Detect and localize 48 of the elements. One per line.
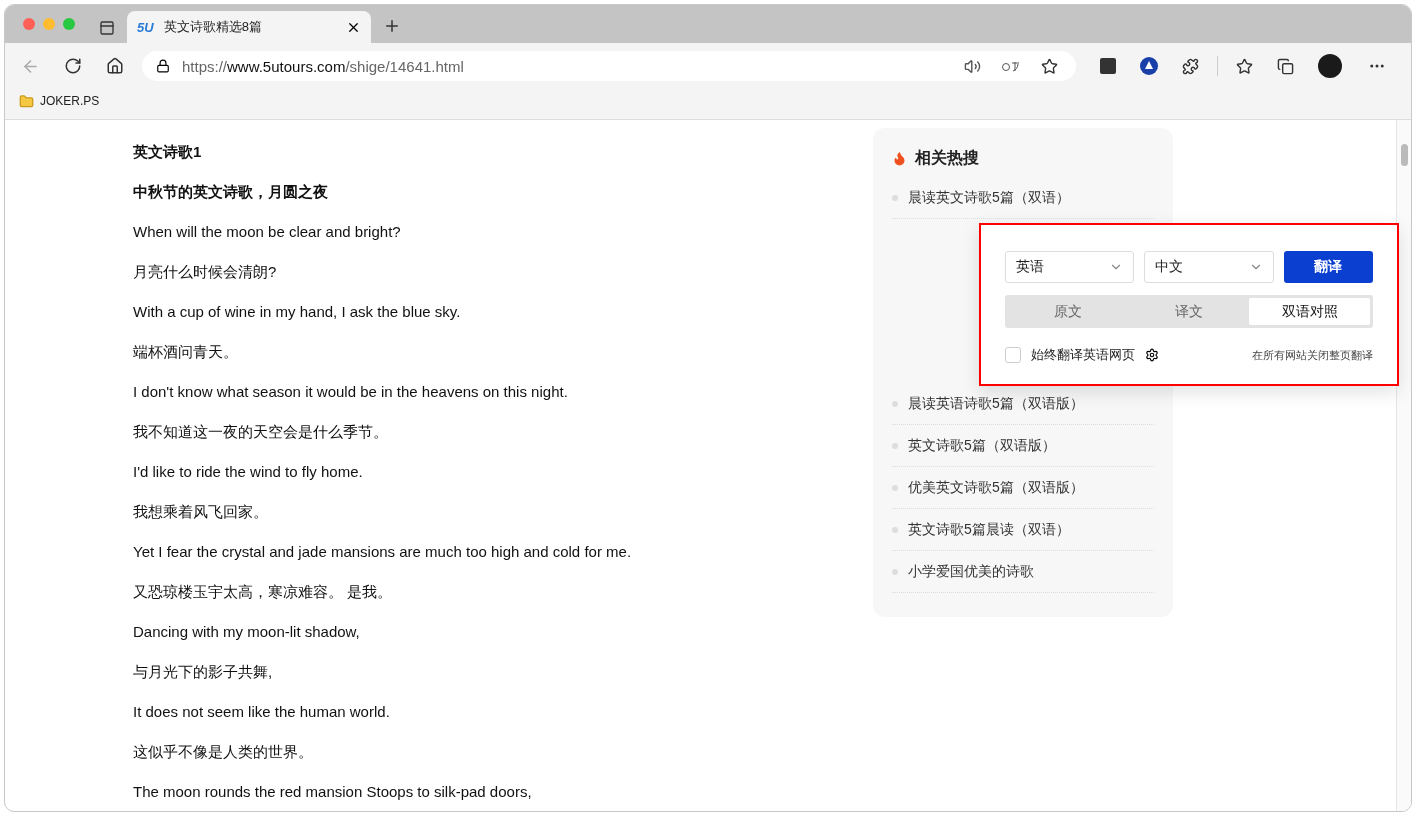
profile-avatar[interactable] — [1318, 54, 1342, 78]
article-text: When will the moon be clear and bright? — [133, 222, 402, 242]
source-language-select[interactable]: 英语 — [1005, 251, 1135, 283]
related-link[interactable]: 晨读英语诗歌5篇（双语版） — [908, 394, 1084, 413]
article-text: The moon rounds the red mansion Stoops to silk-pad doors, — [133, 782, 533, 802]
article-text: Yet I fear the crystal and jade mansions are much too high and cold for me. — [133, 542, 633, 562]
article-text: 这似乎不像是人类的世界。 — [133, 742, 314, 762]
bookmark[interactable]: JOKER.PS — [19, 93, 100, 109]
mode-tab[interactable]: 译文 — [1128, 298, 1250, 325]
article-text: 我想乘着风飞回家。 — [133, 502, 269, 522]
bullet-icon — [892, 400, 898, 407]
checkbox[interactable] — [1005, 347, 1021, 363]
site-logo: 5U — [137, 19, 154, 35]
article-text: 与月光下的影子共舞, — [133, 662, 274, 682]
article-text: I don't know what season it would be in the heavens on this night. — [133, 382, 569, 402]
settings-icon[interactable] — [1145, 348, 1159, 362]
article-text: 端杯酒问青天。 — [133, 342, 239, 362]
flame-icon — [892, 151, 907, 166]
address-bar[interactable]: https://www.5utours.com/shige/14641.html — [142, 51, 1076, 81]
disable-translation-link[interactable]: 在所有网站关闭整页翻译 — [1252, 347, 1373, 363]
bullet-icon — [892, 568, 898, 575]
article-text: It does not seem like the human world. — [133, 702, 391, 722]
article-text: 又恐琼楼玉宇太高，寒凉难容。 是我。 — [133, 582, 394, 602]
related-link[interactable]: 优美英文诗歌5篇（双语版） — [908, 478, 1084, 497]
lock-icon — [156, 59, 170, 73]
article-text: 我不知道这一夜的天空会是什么季节。 — [133, 422, 389, 442]
related-link[interactable]: 英文诗歌5篇晨读（双语） — [908, 520, 1070, 539]
article-heading: 英文诗歌1 — [133, 142, 203, 162]
checkbox-label: 始终翻译英语网页 — [1031, 346, 1135, 364]
article-heading: 中秋节的英文诗歌，月圆之夜 — [133, 182, 329, 202]
panel-title: 相关热搜 — [915, 148, 979, 168]
folder-icon — [19, 93, 34, 109]
browser-tab[interactable]: 5U 英文诗歌精选8篇 — [127, 11, 371, 43]
article-text: Dancing with my moon-lit shadow, — [133, 622, 361, 642]
bullet-icon — [892, 484, 898, 491]
related-link[interactable]: 英文诗歌5篇（双语版） — [908, 436, 1056, 455]
related-link[interactable]: 小学爱国优美的诗歌 — [908, 562, 1034, 581]
mode-tab[interactable]: 双语对照 — [1249, 298, 1370, 325]
bullet-icon — [892, 526, 898, 533]
bullet-icon — [892, 442, 898, 449]
article-text: 月亮什么时候会清朗? — [133, 262, 278, 282]
target-language-select[interactable]: 中文 — [1144, 251, 1274, 283]
article-text: With a cup of wine in my hand, I ask the blue sky. — [133, 302, 462, 322]
mode-tab[interactable]: 原文 — [1008, 298, 1129, 325]
translate-button[interactable]: 翻译 — [1283, 251, 1373, 283]
bullet-icon — [892, 194, 898, 201]
article-text: I'd like to ride the wind to fly home. — [133, 462, 364, 482]
related-link[interactable]: 晨读英文诗歌5篇（双语） — [908, 188, 1070, 207]
